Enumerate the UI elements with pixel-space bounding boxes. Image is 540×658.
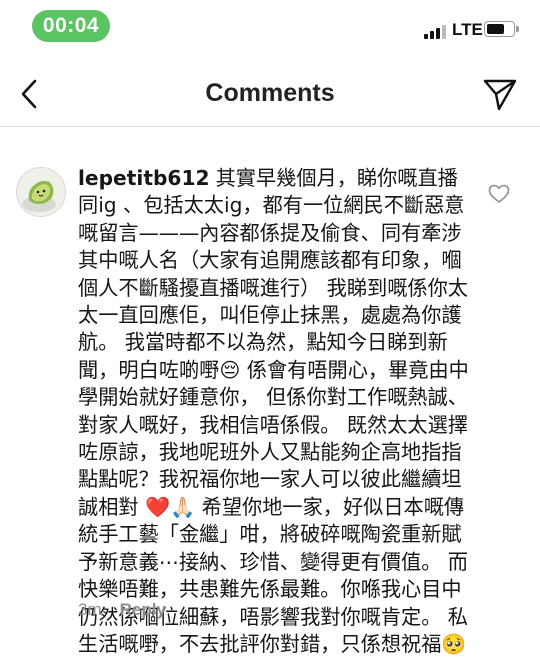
comment-item: lepetitb612 其實早幾個月，睇你嘅直播同ig 、包括太太ig，都有一位網…: [0, 127, 540, 656]
comment-username[interactable]: lepetitb612: [78, 166, 210, 190]
comment-age: 3m: [78, 600, 102, 619]
nav-bar: Comments: [0, 62, 540, 127]
page-title: Comments: [205, 79, 335, 107]
avatar[interactable]: [16, 167, 66, 217]
reply-button[interactable]: Reply: [120, 600, 166, 619]
avatar-avocado-image: [17, 168, 65, 216]
status-time[interactable]: 00:04: [32, 10, 110, 42]
network-type: LTE: [452, 20, 483, 39]
cellular-signal-icon: [424, 23, 448, 39]
status-bar: 00:04 LTE: [0, 0, 540, 54]
comment-text: lepetitb612 其實早幾個月，睇你嘅直播同ig 、包括太太ig，都有一位網…: [78, 165, 472, 658]
like-heart-icon[interactable]: [488, 184, 510, 204]
comment-message: 其實早幾個月，睇你嘅直播同ig 、包括太太ig，都有一位網民不斷惡意嘅留言———…: [78, 166, 469, 656]
battery-icon: [484, 21, 519, 37]
comment-meta: 3m Reply: [78, 600, 166, 620]
send-direct-icon[interactable]: [482, 76, 518, 112]
